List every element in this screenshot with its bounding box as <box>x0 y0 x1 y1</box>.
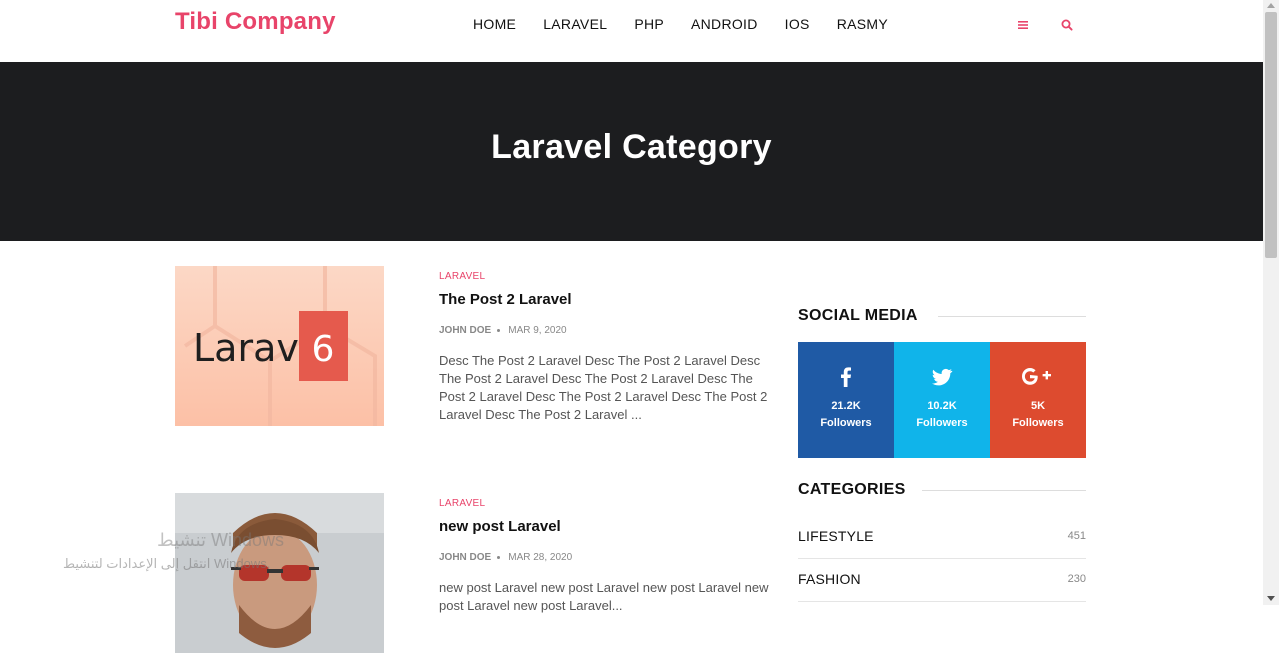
post-title[interactable]: The Post 2 Laravel <box>439 291 775 308</box>
post-category[interactable]: LARAVEL <box>439 498 775 509</box>
search-icon[interactable] <box>1059 17 1075 33</box>
scrollbar-thumb[interactable] <box>1265 12 1277 258</box>
category-item-lifestyle[interactable]: LIFESTYLE 451 <box>798 521 1086 551</box>
widget-title-divider <box>938 316 1086 317</box>
post-body: LARAVEL new post Laravel JOHN DOE MAR 28… <box>439 493 775 615</box>
category-name: LIFESTYLE <box>798 528 874 544</box>
google-plus-follow-button[interactable]: 5K Followers <box>990 342 1086 458</box>
category-hero: Laravel Category <box>0 62 1263 241</box>
post-meta: JOHN DOE MAR 28, 2020 <box>439 552 775 563</box>
nav-item-laravel[interactable]: LARAVEL <box>543 16 607 32</box>
post-date: MAR 28, 2020 <box>508 552 573 563</box>
google-plus-label: Followers <box>1012 417 1064 429</box>
facebook-count: 21.2K <box>831 400 861 412</box>
main-nav: HOME LARAVEL PHP ANDROID IOS RASMY <box>473 16 915 32</box>
category-name: FASHION <box>798 571 861 587</box>
twitter-label: Followers <box>916 417 968 429</box>
google-plus-count: 5K <box>1030 400 1046 412</box>
activation-watermark-subtitle: انتقل إلى الإعدادات لتنشيط Windows. <box>63 556 271 571</box>
post-thumbnail[interactable]: Laravel 6 <box>175 266 384 426</box>
activation-watermark-title: تنشيط Windows <box>157 530 285 550</box>
site-logo[interactable]: Tibi Company <box>175 8 336 36</box>
nav-item-ios[interactable]: IOS <box>785 16 810 32</box>
post-category[interactable]: LARAVEL <box>439 271 775 282</box>
social-media-heading: SOCIAL MEDIA <box>798 307 932 325</box>
widget-title-divider <box>922 490 1086 491</box>
scroll-up-arrow-icon[interactable] <box>1267 3 1275 8</box>
social-media-widget: 21.2K Followers 10.2K Followers 5K Follo… <box>798 342 1086 458</box>
scroll-down-arrow-icon[interactable] <box>1267 596 1275 601</box>
post-meta: JOHN DOE MAR 9, 2020 <box>439 325 775 336</box>
post-item: LARAVEL new post Laravel JOHN DOE MAR 28… <box>175 493 775 653</box>
twitter-count: 10.2K <box>927 400 957 412</box>
nav-item-android[interactable]: ANDROID <box>691 16 758 32</box>
menu-icon[interactable] <box>1015 17 1031 33</box>
site-header: Tibi Company HOME LARAVEL PHP ANDROID IO… <box>0 0 1263 62</box>
post-author[interactable]: JOHN DOE <box>439 552 491 563</box>
facebook-follow-button[interactable]: 21.2K Followers <box>798 342 894 458</box>
post-description: Desc The Post 2 Laravel Desc The Post 2 … <box>439 353 768 422</box>
category-count: 230 <box>1067 573 1086 585</box>
categories-heading: CATEGORIES <box>798 481 920 499</box>
category-count: 451 <box>1067 530 1086 542</box>
facebook-label: Followers <box>820 417 872 429</box>
post-date: MAR 9, 2020 <box>508 325 567 336</box>
post-thumbnail[interactable] <box>175 493 384 653</box>
twitter-icon <box>930 365 954 389</box>
post-author[interactable]: JOHN DOE <box>439 325 491 336</box>
category-divider <box>798 601 1086 602</box>
nav-item-home[interactable]: HOME <box>473 16 516 32</box>
nav-item-php[interactable]: PHP <box>634 16 664 32</box>
laravel-image-badge: 6 <box>312 329 335 370</box>
category-item-fashion[interactable]: FASHION 230 <box>798 564 1086 594</box>
post-item: Laravel 6 LARAVEL The Post 2 Laravel JOH… <box>175 266 775 426</box>
post-title[interactable]: new post Laravel <box>439 518 775 535</box>
twitter-follow-button[interactable]: 10.2K Followers <box>894 342 990 458</box>
page-title: Laravel Category <box>491 128 772 166</box>
laravel-image: Laravel 6 <box>175 266 384 426</box>
meta-dot <box>497 329 501 332</box>
meta-dot <box>497 556 501 559</box>
post-description: new post Laravel new post Laravel new po… <box>439 580 769 613</box>
category-divider <box>798 558 1086 559</box>
post-body: LARAVEL The Post 2 Laravel JOHN DOE MAR … <box>439 266 775 424</box>
nav-item-rasmy[interactable]: RASMY <box>837 16 888 32</box>
man-with-sunglasses-image <box>175 493 384 653</box>
facebook-icon <box>834 365 858 389</box>
google-plus-icon <box>1021 365 1055 389</box>
